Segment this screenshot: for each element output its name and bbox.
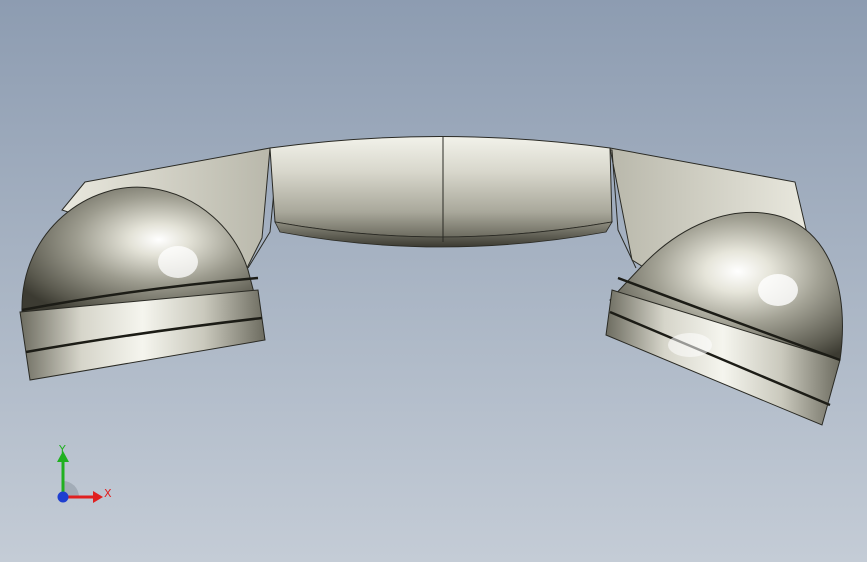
orientation-triad: Y X: [57, 443, 112, 503]
left-cup-highlight: [158, 246, 198, 278]
right-cup-lower-highlight: [668, 333, 712, 357]
z-axis-dot: [57, 491, 69, 503]
x-axis-arrow: [93, 491, 103, 503]
right-cup-highlight: [758, 274, 798, 306]
x-axis-label: X: [104, 487, 112, 500]
y-axis-label: Y: [58, 443, 66, 456]
handle-body: [269, 136, 613, 238]
handset-model[interactable]: [0, 0, 867, 562]
graphics-viewport[interactable]: Y X: [0, 0, 867, 562]
